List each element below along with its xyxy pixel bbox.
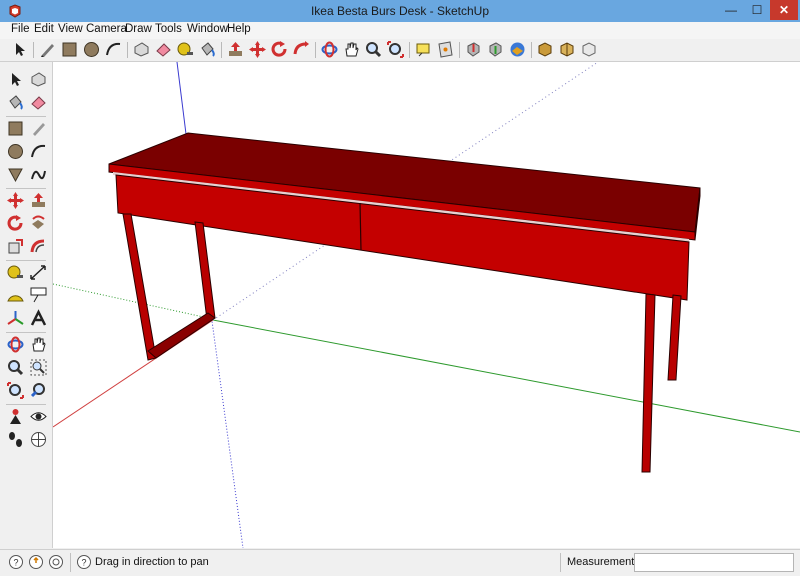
section-plane-icon[interactable]: [29, 430, 48, 449]
section-plane-icon[interactable]: [436, 40, 455, 59]
share-model-icon[interactable]: [486, 40, 505, 59]
axes-icon[interactable]: [6, 309, 25, 328]
follow-me-icon[interactable]: [292, 40, 311, 59]
rectangle-icon[interactable]: [60, 40, 79, 59]
move-icon[interactable]: [248, 40, 267, 59]
pan-icon[interactable]: [29, 335, 48, 354]
geo-location-icon[interactable]: ?: [8, 554, 24, 570]
push-pull-icon[interactable]: [29, 191, 48, 210]
text-icon[interactable]: [29, 286, 48, 305]
position-camera-icon[interactable]: [6, 407, 25, 426]
minimize-button[interactable]: —: [718, 0, 744, 20]
arc-icon[interactable]: [104, 40, 123, 59]
paint-bucket-icon[interactable]: [6, 93, 25, 112]
menu-tools[interactable]: Tools: [155, 23, 182, 35]
close-button[interactable]: ✕: [770, 0, 798, 20]
sketchup-window: Ikea Besta Burs Desk - SketchUp — ☐ ✕ Fi…: [0, 0, 800, 576]
rectangle-icon[interactable]: [6, 119, 25, 138]
pencil-icon[interactable]: [38, 40, 57, 59]
select-icon[interactable]: [10, 40, 29, 59]
protractor-icon[interactable]: [6, 286, 25, 305]
drawing-viewport[interactable]: [53, 62, 800, 548]
line-icon[interactable]: [29, 119, 48, 138]
credits-icon[interactable]: [28, 554, 44, 570]
zoom-icon[interactable]: [364, 40, 383, 59]
blue-axis-line: [176, 62, 187, 135]
menu-window[interactable]: Window: [187, 23, 228, 35]
menu-draw[interactable]: Draw: [125, 23, 152, 35]
green-axis-line: [212, 319, 800, 433]
help-icon[interactable]: ?: [76, 554, 92, 570]
push-pull-icon[interactable]: [226, 40, 245, 59]
main-toolbar: [0, 39, 800, 62]
arc-icon[interactable]: [29, 142, 48, 161]
rotate-icon[interactable]: [270, 40, 289, 59]
circle-icon[interactable]: [6, 142, 25, 161]
scale-icon[interactable]: [6, 237, 25, 256]
left-toolbar: [0, 62, 53, 548]
tape-measure-icon[interactable]: [6, 263, 25, 282]
zoom-extents-icon[interactable]: [6, 381, 25, 400]
maximize-button[interactable]: ☐: [744, 0, 770, 20]
freehand-icon[interactable]: [29, 165, 48, 184]
eraser-icon[interactable]: [29, 93, 48, 112]
make-component-icon[interactable]: [132, 40, 151, 59]
right-back-leg: [667, 294, 682, 381]
circle-icon[interactable]: [82, 40, 101, 59]
styles-icon[interactable]: [580, 40, 599, 59]
get-models-icon[interactable]: [464, 40, 483, 59]
orbit-icon[interactable]: [6, 335, 25, 354]
account-icon[interactable]: [48, 554, 64, 570]
extension-icon[interactable]: [536, 40, 555, 59]
text-icon[interactable]: [414, 40, 433, 59]
3d-text-icon[interactable]: [29, 309, 48, 328]
polygon-icon[interactable]: [6, 165, 25, 184]
menu-view[interactable]: View: [58, 23, 83, 35]
measurements-label: Measurements: [567, 556, 640, 568]
zoom-extents-icon[interactable]: [386, 40, 405, 59]
walk-icon[interactable]: [6, 430, 25, 449]
title-bar: Ikea Besta Burs Desk - SketchUp — ☐ ✕: [0, 0, 800, 22]
eraser-icon[interactable]: [154, 40, 173, 59]
right-front-leg: [641, 293, 656, 473]
look-around-icon[interactable]: [29, 407, 48, 426]
window-title: Ikea Besta Burs Desk - SketchUp: [310, 4, 490, 18]
measurements-input[interactable]: [634, 553, 794, 572]
make-component-icon[interactable]: [29, 70, 48, 89]
menu-camera[interactable]: Camera: [86, 23, 127, 35]
paint-bucket-icon[interactable]: [198, 40, 217, 59]
dimension-icon[interactable]: [29, 263, 48, 282]
components-icon[interactable]: [558, 40, 577, 59]
status-message: Drag in direction to pan: [95, 556, 209, 568]
move-icon[interactable]: [6, 191, 25, 210]
orbit-icon[interactable]: [320, 40, 339, 59]
left-back-leg: [194, 221, 216, 321]
3d-warehouse-icon[interactable]: [508, 40, 527, 59]
tape-measure-icon[interactable]: [176, 40, 195, 59]
offset-icon[interactable]: [29, 237, 48, 256]
menu-help[interactable]: Help: [227, 23, 251, 35]
left-front-leg: [122, 213, 157, 361]
previous-view-icon[interactable]: [29, 381, 48, 400]
svg-text:?: ?: [81, 558, 86, 568]
pan-icon[interactable]: [342, 40, 361, 59]
zoom-icon[interactable]: [6, 358, 25, 377]
menu-edit[interactable]: Edit: [34, 23, 54, 35]
green-axis-dotted-line: [53, 283, 209, 319]
follow-me-icon[interactable]: [29, 214, 48, 233]
rotate-icon[interactable]: [6, 214, 25, 233]
zoom-window-icon[interactable]: [29, 358, 48, 377]
menu-file[interactable]: File: [11, 23, 30, 35]
left-bottom-rail: [147, 312, 216, 359]
select-icon[interactable]: [6, 70, 25, 89]
status-bar: ? ? Drag in direction to pan Measurement…: [0, 549, 800, 576]
menu-bar: File Edit View Camera Draw Tools Window …: [0, 22, 800, 39]
svg-text:?: ?: [13, 558, 18, 568]
